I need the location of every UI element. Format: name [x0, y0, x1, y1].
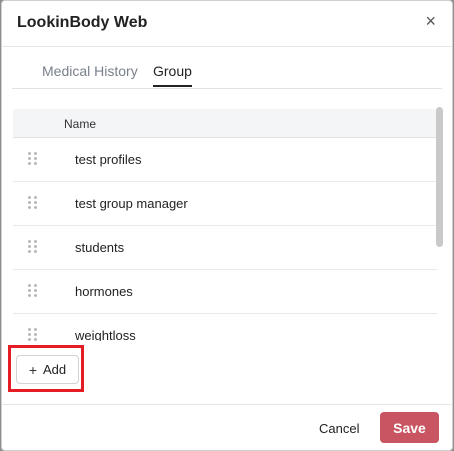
row-name: test profiles [75, 152, 142, 167]
dialog-header: LookinBody Web × [2, 1, 452, 47]
drag-handle-icon[interactable] [28, 152, 38, 166]
group-table: Name test profiles test group manager st… [13, 109, 437, 341]
dialog-footer: Cancel Save [2, 404, 452, 450]
cancel-button[interactable]: Cancel [319, 421, 359, 436]
save-button[interactable]: Save [380, 412, 439, 443]
drag-handle-icon[interactable] [28, 284, 38, 298]
row-name: hormones [75, 284, 133, 299]
tab-divider [12, 88, 442, 89]
table-row[interactable]: test profiles [13, 138, 437, 182]
dialog-title: LookinBody Web [17, 14, 148, 31]
plus-icon: + [28, 361, 38, 378]
table-scrollbar[interactable] [436, 107, 443, 247]
group-dialog: LookinBody Web × Medical History Group N… [1, 0, 453, 451]
add-button[interactable]: + Add [16, 355, 79, 384]
add-button-highlight: + Add [8, 345, 84, 392]
row-name: test group manager [75, 196, 188, 211]
table-row[interactable]: students [13, 226, 437, 270]
drag-handle-icon[interactable] [28, 328, 38, 341]
column-header-name: Name [64, 117, 97, 131]
close-icon[interactable]: × [425, 12, 436, 30]
drag-handle-icon[interactable] [28, 240, 38, 254]
tab-group[interactable]: Group [153, 63, 192, 87]
drag-handle-icon[interactable] [28, 196, 38, 210]
tab-medical-history[interactable]: Medical History [42, 63, 138, 79]
table-row[interactable]: weightloss [13, 314, 437, 341]
table-header: Name [13, 109, 437, 138]
add-button-label: Add [43, 362, 67, 377]
table-row[interactable]: test group manager [13, 182, 437, 226]
row-name: students [75, 240, 125, 255]
tab-bar: Medical History Group [2, 47, 452, 89]
row-name: weightloss [75, 328, 136, 341]
table-row[interactable]: hormones [13, 270, 437, 314]
